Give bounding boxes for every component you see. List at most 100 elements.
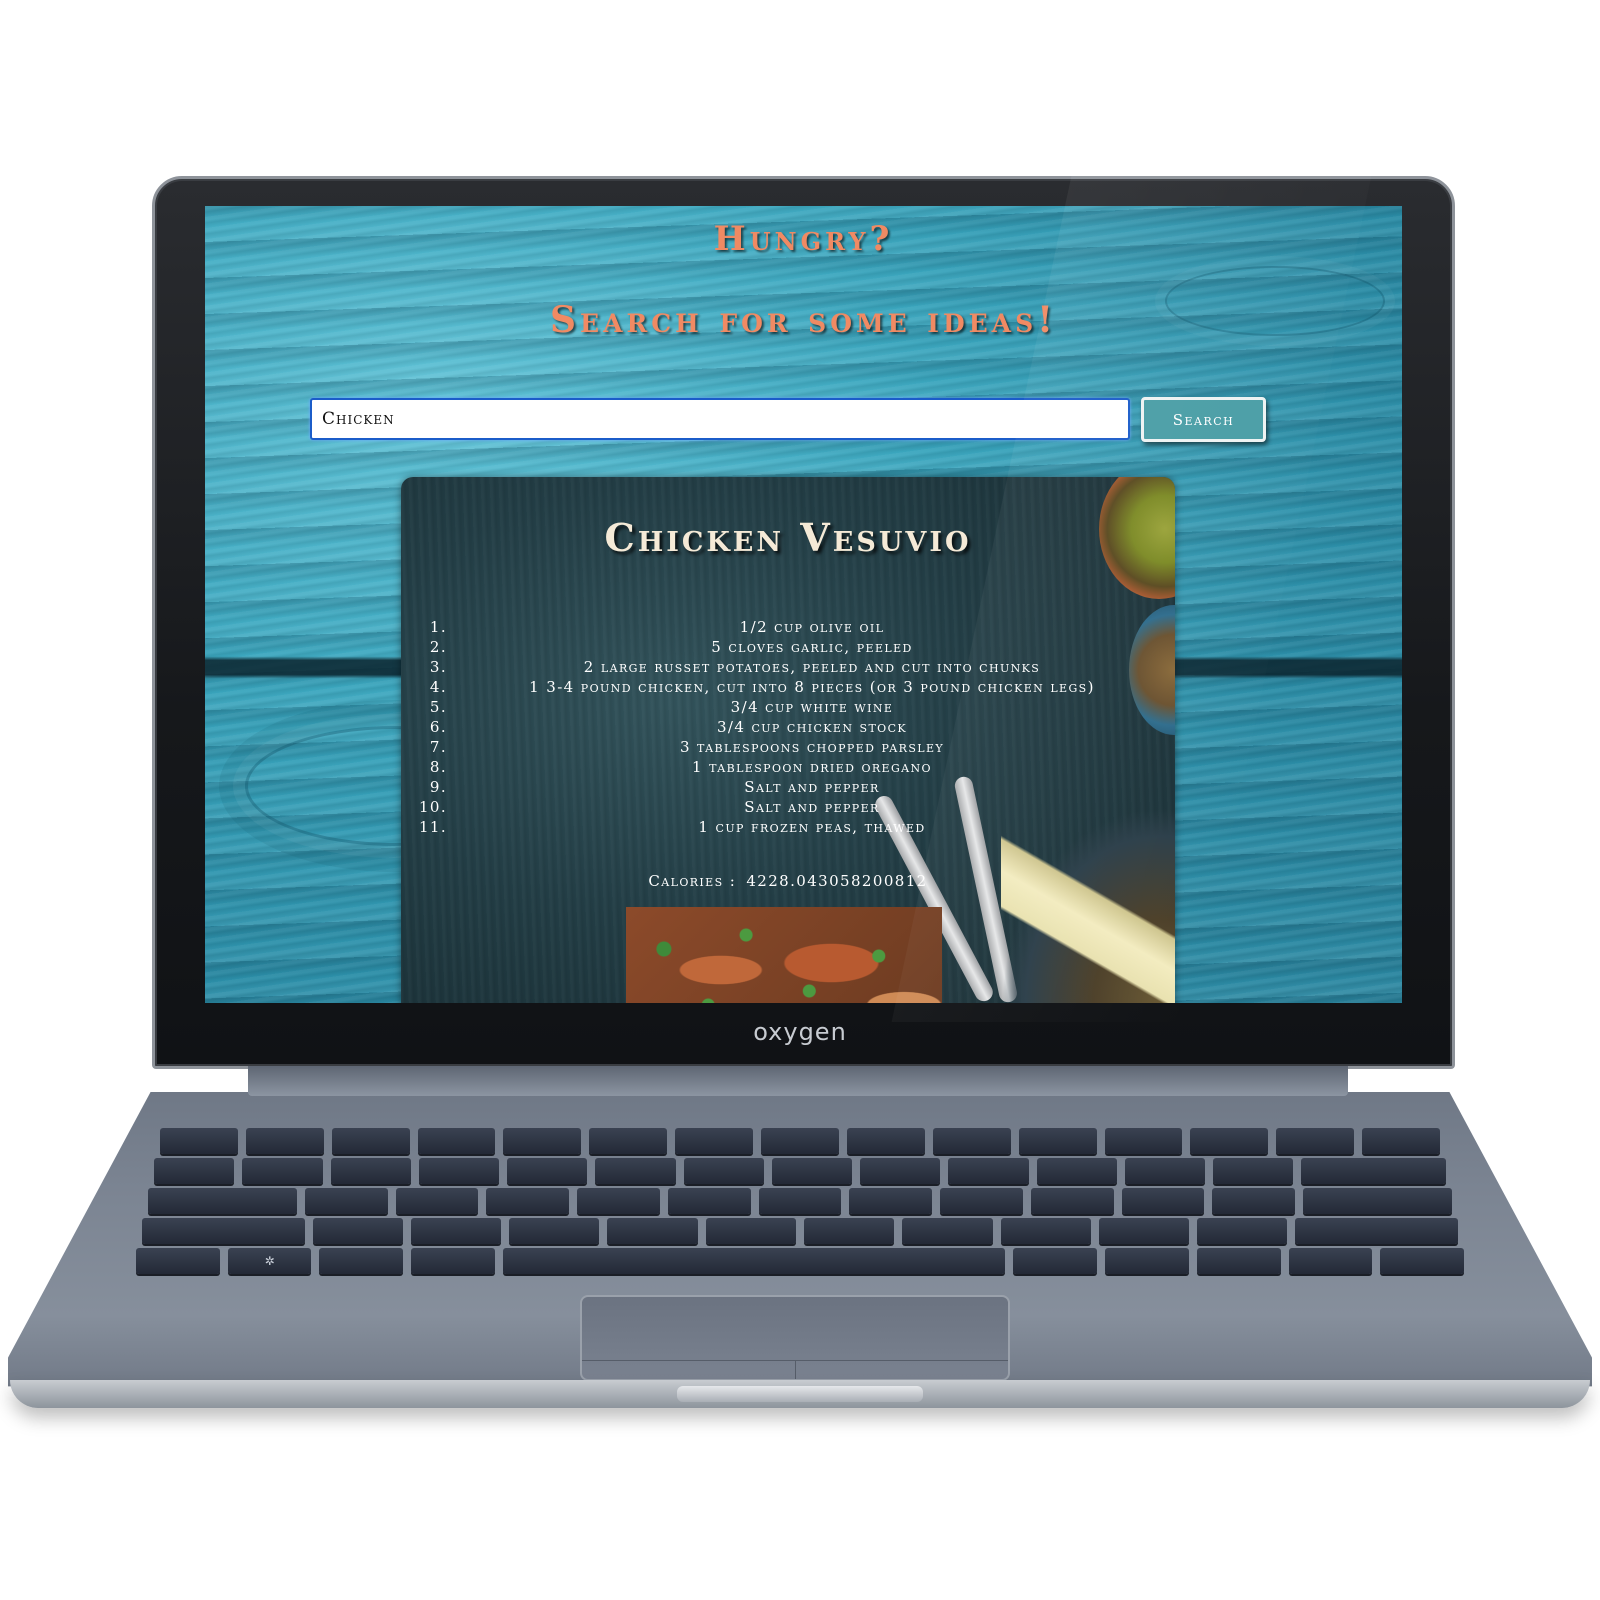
key — [1197, 1218, 1288, 1244]
key — [932, 1128, 1011, 1154]
key — [577, 1188, 660, 1214]
list-item: 3. 2 large russet potatoes, peeled and c… — [413, 657, 1173, 677]
list-item: 10. Salt and pepper — [413, 797, 1173, 817]
key-row: ✲ — [136, 1248, 1465, 1274]
key — [1362, 1128, 1440, 1154]
browser-viewport: Hungry? Search for some ideas! Search Ch… — [205, 206, 1402, 1003]
page-subtitle: Search for some ideas! — [550, 299, 1057, 341]
ingredient-text: 1 cup frozen peas, thawed — [698, 818, 926, 836]
key — [418, 1158, 500, 1184]
key — [312, 1218, 403, 1244]
list-item: 7. 3 tablespoons chopped parsley — [413, 737, 1173, 757]
search-button[interactable]: Search — [1141, 397, 1266, 442]
lid-notch — [677, 1386, 923, 1402]
key — [330, 1158, 411, 1184]
key — [1213, 1158, 1294, 1184]
key — [395, 1188, 479, 1214]
list-item: 5. 3/4 cup white wine — [413, 697, 1173, 717]
key — [1018, 1128, 1097, 1154]
key — [804, 1218, 895, 1244]
key — [141, 1218, 305, 1244]
key — [411, 1248, 495, 1274]
ingredient-text: 3 tablespoons chopped parsley — [679, 738, 945, 756]
list-item: 9. Salt and pepper — [413, 777, 1173, 797]
key — [771, 1158, 853, 1184]
key — [242, 1158, 323, 1184]
laptop-brand-logo: oxygen — [753, 1018, 847, 1046]
key — [902, 1218, 993, 1244]
key — [595, 1158, 676, 1184]
key — [1121, 1188, 1205, 1214]
spacebar — [502, 1248, 1006, 1274]
search-input[interactable] — [310, 398, 1130, 440]
key — [507, 1158, 588, 1184]
key — [154, 1158, 235, 1184]
key — [503, 1128, 582, 1154]
key — [683, 1158, 764, 1184]
list-item: 11. 1 cup frozen peas, thawed — [413, 817, 1173, 837]
key — [1288, 1248, 1373, 1274]
ingredient-number: 2. — [429, 638, 447, 656]
key-row — [154, 1158, 1446, 1184]
ingredient-text: Salt and pepper — [744, 778, 880, 796]
ingredient-text: 1/2 cup olive oil — [739, 618, 885, 636]
ingredient-text: 3/4 cup white wine — [730, 698, 894, 716]
key — [1295, 1218, 1459, 1244]
recipe-title: Chicken Vesuvio — [604, 515, 972, 560]
ingredient-number: 5. — [429, 698, 447, 716]
key — [705, 1218, 796, 1244]
key — [160, 1128, 238, 1154]
key — [1104, 1128, 1183, 1154]
key — [1303, 1188, 1452, 1214]
ingredient-number: 11. — [418, 818, 447, 836]
key — [846, 1128, 925, 1154]
ingredient-text: 1 tablespoon dried oregano — [692, 758, 932, 776]
calories-readout: Calories : 4228.043058200812 — [401, 872, 1175, 890]
page-title: Hungry? — [713, 219, 894, 259]
key — [319, 1248, 404, 1274]
key — [1190, 1128, 1269, 1154]
key — [304, 1188, 388, 1214]
ingredient-text: 5 cloves garlic, peeled — [711, 638, 913, 656]
trackpad — [580, 1295, 1010, 1381]
key — [136, 1248, 220, 1274]
ingredient-text: Salt and pepper — [744, 798, 880, 816]
list-item: 6. 3/4 cup chicken stock — [413, 717, 1173, 737]
key — [940, 1188, 1023, 1214]
ingredient-text: 3/4 cup chicken stock — [716, 718, 908, 736]
laptop-hinge — [248, 1066, 1348, 1096]
power-icon: ✲ — [227, 1248, 312, 1274]
key — [1276, 1128, 1355, 1154]
key — [761, 1128, 839, 1154]
key — [948, 1158, 1029, 1184]
key — [1212, 1188, 1296, 1214]
ingredient-list: 1. 1/2 cup olive oil 2. 5 cloves garlic,… — [413, 617, 1173, 837]
key — [486, 1188, 570, 1214]
key — [1098, 1218, 1190, 1244]
key — [245, 1128, 324, 1154]
keyboard: ✲ — [136, 1128, 1465, 1298]
key-row — [160, 1128, 1440, 1154]
recipe-photo — [626, 907, 942, 1003]
key — [148, 1188, 297, 1214]
key — [667, 1188, 751, 1214]
key — [849, 1188, 933, 1214]
ingredient-text: 2 large russet potatoes, peeled and cut … — [583, 658, 1041, 676]
list-item: 2. 5 cloves garlic, peeled — [413, 637, 1173, 657]
key — [758, 1188, 842, 1214]
key — [589, 1128, 668, 1154]
recipe-card: Chicken Vesuvio 1. 1/2 cup olive oil 2. … — [401, 477, 1175, 1003]
key — [331, 1128, 410, 1154]
ingredient-number: 1. — [429, 618, 447, 636]
key — [607, 1218, 698, 1244]
ingredient-number: 3. — [429, 658, 447, 676]
key — [675, 1128, 754, 1154]
ingredient-number: 7. — [429, 738, 447, 756]
key — [1030, 1188, 1114, 1214]
key — [860, 1158, 941, 1184]
key — [417, 1128, 496, 1154]
key — [1105, 1248, 1189, 1274]
key-row — [148, 1188, 1452, 1214]
ingredient-number: 6. — [429, 718, 447, 736]
list-item: 8. 1 tablespoon dried oregano — [413, 757, 1173, 777]
